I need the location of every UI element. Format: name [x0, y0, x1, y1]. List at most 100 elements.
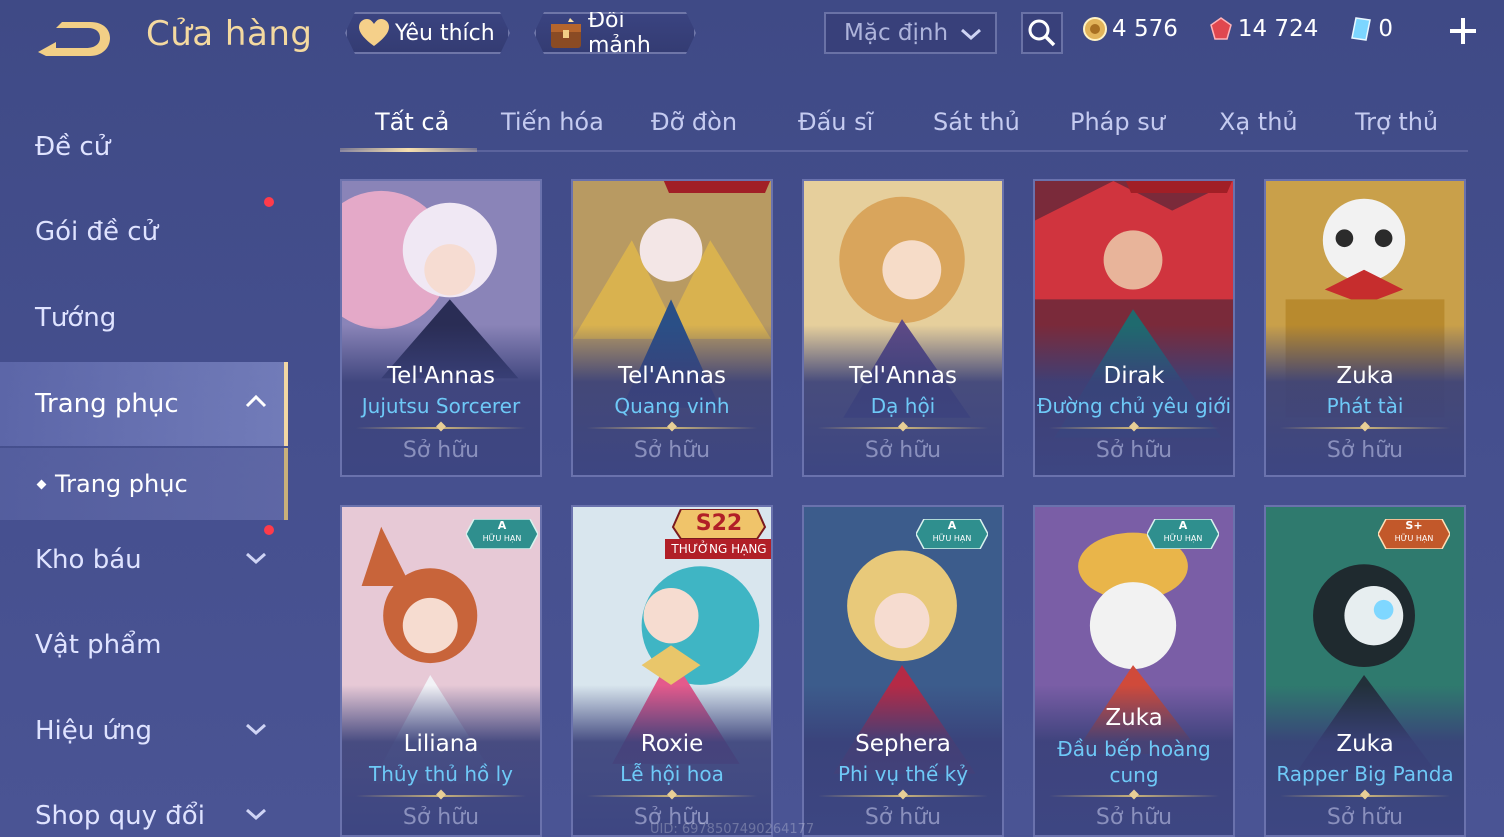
tab-all[interactable]: Tất cả [375, 108, 449, 136]
card-divider [818, 795, 988, 797]
hero-name: Sephera [855, 731, 951, 757]
plus-icon[interactable] [1446, 14, 1480, 48]
card-divider [587, 795, 757, 797]
favorites-label: Yêu thích [395, 20, 495, 46]
card-divider [1280, 427, 1450, 429]
skin-name: Đường chủ yêu giới [1036, 394, 1232, 418]
skin-card[interactable]: Tel'Annas Jujutsu Sorcerer Sở hữu [340, 179, 542, 477]
skin-card[interactable]: S22 THƯỞNG HẠNG Roxie Lễ hội hoa Sở hữu [571, 505, 773, 837]
sidebar-item-recommended-packs[interactable]: Gói đề cử [0, 197, 288, 267]
tab-fighter[interactable]: Đấu sĩ [798, 108, 873, 136]
notification-dot [264, 525, 274, 535]
skin-card[interactable]: S+ HỮU HẠN Zuka Rapper Big Panda Sở hữu [1264, 505, 1466, 837]
owned-status: Sở hữu [1326, 805, 1404, 830]
badge-grade: S+ [1405, 519, 1423, 532]
badge-sub: HỮU HẠN [1163, 534, 1203, 543]
season-rank-badge: S22 THƯỞNG HẠNG [665, 508, 771, 565]
sidebar-item-items[interactable]: Vật phẩm [0, 610, 288, 680]
hero-name: Tel'Annas [387, 363, 495, 389]
skin-card[interactable]: A HỮU HẠN Liliana Thủy thủ hồ ly Sở hữu [340, 505, 542, 837]
gold-value: 4 576 [1112, 16, 1178, 42]
sidebar-item-skins[interactable]: Trang phục [0, 362, 288, 446]
treasure-chest-icon [548, 16, 584, 50]
sidebar-subitem-label: Trang phục [55, 470, 188, 498]
limited-badge: A HỮU HẠN [915, 518, 989, 553]
sidebar-item-heroes[interactable]: Tướng [0, 283, 288, 353]
sidebar-item-label: Đề cử [35, 132, 111, 162]
tab-tank[interactable]: Đỡ đòn [651, 108, 737, 136]
diamond-bullet-icon [36, 479, 47, 489]
voucher-value: 14 724 [1237, 16, 1319, 42]
tab-evolution[interactable]: Tiến hóa [501, 108, 604, 136]
exchange-label: Đổi mảnh [588, 8, 651, 58]
skin-card[interactable]: A HỮU HẠN Sephera Phi vụ thế kỷ Sở hữu [802, 505, 1004, 837]
badge-sub: HỮU HẠN [482, 534, 522, 543]
blue-crystal-icon [1348, 16, 1374, 42]
sidebar-item-label: Hiệu ứng [35, 716, 152, 746]
rank-ribbon-icon [1125, 181, 1233, 193]
owned-status: Sở hữu [1326, 438, 1404, 463]
sidebar-item-label: Gói đề cử [35, 217, 159, 247]
tab-assassin[interactable]: Sát thủ [933, 108, 1020, 136]
badge-sub: HỮU HẠN [932, 534, 972, 543]
top-bar: Cửa hàng Yêu thích Đổi mảnh Mặc định 4 5… [0, 0, 1504, 80]
limited-badge: A HỮU HẠN [465, 518, 539, 553]
red-gem-icon [1208, 16, 1234, 42]
user-id-watermark: UID: 6978507490264177 [650, 822, 815, 837]
limited-badge: A HỮU HẠN [1146, 518, 1220, 553]
favorites-button[interactable]: Yêu thích [345, 12, 510, 54]
skin-card[interactable]: Tel'Annas Quang vinh Sở hữu [571, 179, 773, 477]
chevron-down-icon [246, 723, 266, 736]
hero-name: Zuka [1336, 363, 1394, 389]
skin-card[interactable]: Tel'Annas Dạ hội Sở hữu [802, 179, 1004, 477]
card-divider [1049, 795, 1219, 797]
hero-name: Tel'Annas [618, 363, 726, 389]
badge-sub: THƯỞNG HẠNG [671, 542, 767, 556]
sidebar-item-recommended[interactable]: Đề cử [0, 112, 288, 182]
badge-grade: A [947, 519, 957, 532]
sidebar: Đề cử Gói đề cử Tướng Trang phục Trang p… [0, 100, 288, 837]
card-divider [587, 427, 757, 429]
skin-name: Phi vụ thế kỷ [837, 762, 969, 786]
skin-card[interactable]: A HỮU HẠN Zuka Đầu bếp hoàng cung Sở hữu [1033, 505, 1235, 837]
sidebar-item-label: Shop quy đổi [35, 801, 205, 831]
notification-dot [264, 197, 274, 207]
back-arrow-icon[interactable] [34, 18, 114, 60]
sidebar-item-exchange-shop[interactable]: Shop quy đổi [0, 781, 288, 837]
owned-status: Sở hữu [402, 805, 480, 830]
sidebar-subitem-skins[interactable]: Trang phục [0, 448, 288, 520]
skin-name: Quang vinh [614, 394, 730, 418]
currency-voucher: 14 724 [1208, 16, 1318, 42]
card-divider [1049, 427, 1219, 429]
card-divider [818, 427, 988, 429]
currency-gold: 4 576 [1082, 16, 1178, 42]
skin-name: Thủy thủ hồ ly [369, 762, 513, 786]
chevron-up-icon [245, 394, 267, 408]
badge-grade: A [497, 519, 507, 532]
sidebar-item-label: Vật phẩm [35, 630, 162, 660]
hero-name: Roxie [640, 731, 704, 757]
chevron-down-icon [961, 28, 981, 41]
exchange-fragments-button[interactable]: Đổi mảnh [534, 12, 696, 54]
sidebar-item-treasure[interactable]: Kho báu [0, 525, 288, 595]
tab-mage[interactable]: Pháp sư [1070, 108, 1165, 136]
skin-card[interactable]: Dirak Đường chủ yêu giới Sở hữu [1033, 179, 1235, 477]
skin-name-line2: cung [1109, 763, 1159, 787]
hero-name: Dirak [1103, 363, 1165, 389]
hero-name: Liliana [403, 731, 479, 757]
skin-card[interactable]: Zuka Phát tài Sở hữu [1264, 179, 1466, 477]
search-button[interactable] [1021, 12, 1063, 54]
search-icon [1028, 19, 1056, 47]
tab-marksman[interactable]: Xạ thủ [1219, 108, 1298, 136]
sidebar-item-label: Trang phục [35, 389, 179, 419]
crystal-value: 0 [1378, 16, 1393, 42]
card-divider [1280, 795, 1450, 797]
tab-support[interactable]: Trợ thủ [1355, 108, 1438, 136]
sort-dropdown[interactable]: Mặc định [824, 12, 997, 54]
active-tab-indicator [340, 148, 477, 152]
skin-name: Rapper Big Panda [1276, 762, 1454, 786]
card-divider [356, 795, 526, 797]
sort-value: Mặc định [844, 20, 949, 46]
sidebar-item-effects[interactable]: Hiệu ứng [0, 696, 288, 766]
hero-name: Zuka [1336, 731, 1394, 757]
